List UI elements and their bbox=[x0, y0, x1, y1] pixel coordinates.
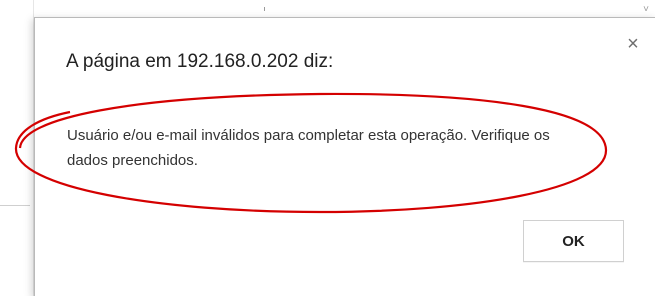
background-divider bbox=[0, 205, 30, 206]
close-icon[interactable]: × bbox=[622, 33, 644, 55]
browser-page: ˅ A página em 192.168.0.202 diz: × Usuár… bbox=[0, 0, 655, 296]
dialog-title: A página em 192.168.0.202 diz: bbox=[66, 51, 334, 72]
background-tick bbox=[264, 7, 265, 11]
ok-button[interactable]: OK bbox=[523, 220, 624, 262]
background-caret: ˅ bbox=[643, 4, 649, 15]
alert-dialog: A página em 192.168.0.202 diz: × Usuário… bbox=[34, 17, 655, 296]
dialog-message: Usuário e/ou e-mail inválidos para compl… bbox=[67, 127, 550, 169]
